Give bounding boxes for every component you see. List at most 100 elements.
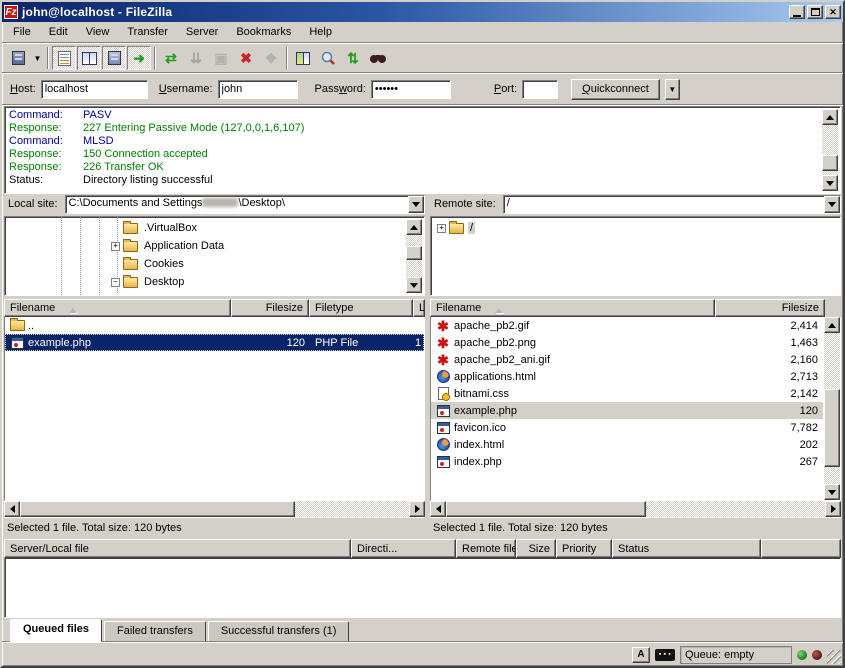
site-manager-button[interactable] [6,46,30,70]
cancel-operation-button[interactable]: ▣ [209,46,233,70]
resize-grip[interactable] [827,650,841,664]
local-file-row-parent[interactable]: .. [5,317,424,334]
column-header-filesize[interactable]: Filesize [231,299,309,317]
minimize-button[interactable] [789,5,805,19]
scroll-thumb[interactable] [406,246,422,260]
scroll-down-button[interactable] [406,277,422,293]
toggle-queue-button[interactable]: ➜ [127,46,151,70]
quickconnect-dropdown-button[interactable]: ▼ [665,79,680,100]
collapse-minus-icon[interactable]: − [111,278,120,287]
local-site-dropdown-button[interactable] [408,196,424,213]
html-file-icon [437,370,450,383]
remote-file-row[interactable]: ✱apache_pb2.png 1,463 [431,334,823,351]
tree-item-desktop[interactable]: − Desktop [5,273,406,291]
log-vertical-scrollbar[interactable] [822,109,838,191]
local-status-text: Selected 1 file. Total size: 120 bytes [4,517,425,537]
remote-file-row[interactable]: index.html 202 [431,436,823,453]
expand-plus-icon[interactable]: + [437,224,446,233]
scroll-left-button[interactable] [4,501,20,517]
close-button[interactable]: ✕ [825,5,841,19]
scroll-up-button[interactable] [824,317,840,333]
remote-site-dropdown-button[interactable] [824,196,840,213]
remote-file-row[interactable]: ✱apache_pb2_ani.gif 2,160 [431,351,823,368]
data-type-indicator[interactable]: A [632,647,650,663]
activity-led-red-icon [812,650,822,660]
scroll-down-button[interactable] [824,484,840,500]
local-tree-vertical-scrollbar[interactable] [406,219,422,293]
title-bar[interactable]: Fz john@localhost - FileZilla ✕ [2,2,843,22]
username-input[interactable] [218,80,298,99]
chevron-down-icon [828,202,836,211]
column-header-filesize[interactable]: Filesize [715,299,825,317]
remote-file-row[interactable]: favicon.ico 7,782 [431,419,823,436]
column-header-direction[interactable]: Directi... [351,539,456,558]
scroll-right-button[interactable] [825,501,841,517]
menu-bookmarks[interactable]: Bookmarks [227,24,300,40]
scroll-right-button[interactable] [409,501,425,517]
apache-file-icon: ✱ [436,319,450,333]
toggle-message-log-button[interactable] [52,46,76,70]
expand-plus-icon[interactable]: + [111,242,120,251]
synchronized-browsing-button[interactable]: ⇅ [341,46,365,70]
menu-file[interactable]: File [4,24,40,40]
scroll-thumb[interactable] [446,501,646,517]
tree-item-root[interactable]: + / [431,219,822,237]
apache-file-icon: ✱ [436,336,450,350]
column-header-filename[interactable]: Filename [430,299,715,317]
column-header-server-local-file[interactable]: Server/Local file [4,539,351,558]
menu-transfer[interactable]: Transfer [118,24,177,40]
menu-help[interactable]: Help [300,24,341,40]
column-header-status[interactable]: Status [612,539,761,558]
column-header-filetype[interactable]: Filetype [309,299,413,317]
speed-limit-icon[interactable]: ▪▪▪ [655,649,675,661]
remote-file-row[interactable]: applications.html 2,713 [431,368,823,385]
find-files-button[interactable] [366,46,390,70]
tab-failed-transfers[interactable]: Failed transfers [104,621,206,641]
remote-file-row-example-php[interactable]: example.php 120 [431,402,823,419]
remote-file-row[interactable]: index.php 267 [431,453,823,470]
column-header-remote-file[interactable]: Remote file [456,539,516,558]
scroll-down-button[interactable] [822,175,838,191]
port-input[interactable] [522,80,558,99]
remote-horizontal-scrollbar[interactable] [430,501,841,517]
scroll-up-button[interactable] [822,109,838,125]
scroll-thumb[interactable] [824,389,840,467]
disconnect-button[interactable]: ✖ [234,46,258,70]
toggle-local-tree-button[interactable] [77,46,101,70]
menu-edit[interactable]: Edit [40,24,77,40]
tab-successful-transfers[interactable]: Successful transfers (1) [208,621,350,641]
folder-icon [10,320,25,331]
menu-view[interactable]: View [77,24,119,40]
site-manager-dropdown-button[interactable]: ▼ [31,47,44,69]
quickconnect-button[interactable]: Quickconnect [571,79,660,100]
local-site-combo[interactable]: C:\Documents and Settings\Desktop\ [65,195,425,214]
directory-listing-filters-button[interactable] [291,46,315,70]
tab-queued-files[interactable]: Queued files [10,619,102,642]
scroll-thumb[interactable] [822,155,838,171]
column-header-last-modified[interactable]: L [413,299,425,317]
reconnect-button[interactable]: ❖ [259,46,283,70]
tree-item-cookies[interactable]: Cookies [5,255,406,273]
column-header-filename[interactable]: Filename [4,299,231,317]
directory-comparison-button[interactable] [316,46,340,70]
remote-file-row[interactable]: bitnami.css 2,142 [431,385,823,402]
tree-item-virtualbox[interactable]: .VirtualBox [5,219,406,237]
refresh-button[interactable]: ⇄ [159,46,183,70]
scroll-thumb[interactable] [20,501,295,517]
column-header-priority[interactable]: Priority [556,539,612,558]
toggle-remote-tree-button[interactable] [102,46,126,70]
remote-site-combo[interactable]: / [503,195,841,214]
local-horizontal-scrollbar[interactable] [4,501,425,517]
remote-file-row[interactable]: ✱apache_pb2.gif 2,414 [431,317,823,334]
menu-server[interactable]: Server [177,24,227,40]
scroll-up-button[interactable] [406,219,422,235]
host-input[interactable] [41,80,148,99]
tree-item-application-data[interactable]: + Application Data [5,237,406,255]
column-header-size[interactable]: Size [516,539,556,558]
remote-vertical-scrollbar[interactable] [824,317,840,500]
scroll-left-button[interactable] [430,501,446,517]
process-queue-button[interactable]: ⇊ [184,46,208,70]
password-input[interactable] [371,80,451,99]
local-file-row-example-php[interactable]: example.php 120 PHP File 1 [5,334,424,351]
maximize-button[interactable] [807,5,823,19]
